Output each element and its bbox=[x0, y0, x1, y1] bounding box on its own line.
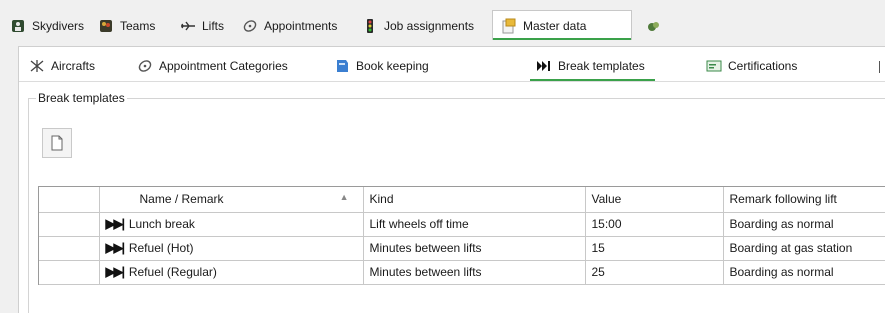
skip-icon: ▶▶| bbox=[105, 216, 126, 231]
cell-kind[interactable]: Minutes between lifts bbox=[363, 236, 586, 261]
cell-remark[interactable]: Boarding as normal bbox=[723, 212, 885, 237]
cell-value[interactable]: 25 bbox=[585, 260, 724, 285]
break-templates-grid: Name / Remark ▲ Kind Value Remark follow… bbox=[38, 186, 885, 285]
grid-header-row: Name / Remark ▲ Kind Value Remark follow… bbox=[39, 187, 885, 213]
group-title: Break templates bbox=[36, 91, 127, 105]
tab-label: Lifts bbox=[202, 19, 225, 33]
aircraft-icon bbox=[29, 58, 45, 74]
cell-kind[interactable]: Lift wheels off time bbox=[363, 212, 586, 237]
tab-aircrafts[interactable]: Aircrafts bbox=[29, 55, 95, 77]
row-indicator[interactable] bbox=[39, 212, 100, 237]
cell-text: Refuel (Regular) bbox=[128, 265, 217, 279]
column-header-name[interactable]: Name / Remark ▲ bbox=[99, 187, 364, 213]
tab-label: Skydivers bbox=[32, 19, 85, 33]
sort-ascending-icon: ▲ bbox=[339, 192, 349, 203]
cell-remark[interactable]: Boarding at gas station bbox=[723, 236, 885, 261]
tab-job-assignments[interactable]: Job assignments bbox=[362, 14, 474, 38]
tab-book-keeping[interactable]: Book keeping bbox=[334, 55, 429, 77]
tab-label: Appointments bbox=[264, 19, 338, 33]
cell-name[interactable]: ▶▶| Lunch break bbox=[99, 212, 364, 237]
plane-icon bbox=[180, 18, 196, 34]
skip-icon: ▶▶| bbox=[105, 264, 126, 279]
skip-icon bbox=[536, 58, 552, 74]
tab-teams[interactable]: Teams bbox=[98, 14, 155, 38]
tab-appointment-categories[interactable]: Appointment Categories bbox=[137, 55, 288, 77]
book-keeping-icon bbox=[334, 58, 350, 74]
overflow-tab-icon bbox=[646, 18, 662, 34]
row-indicator[interactable] bbox=[39, 236, 100, 261]
column-label: Remark following lift bbox=[729, 192, 837, 207]
cell-name[interactable]: ▶▶| Refuel (Regular) bbox=[99, 260, 364, 285]
cell-kind[interactable]: Minutes between lifts bbox=[363, 260, 586, 285]
cell-text: Refuel (Hot) bbox=[128, 241, 194, 255]
tab-strip-overflow-divider bbox=[879, 61, 880, 73]
new-record-button[interactable] bbox=[42, 128, 72, 158]
table-row[interactable]: ▶▶| Lunch break Lift wheels off time 15:… bbox=[39, 212, 885, 237]
tab-label: Book keeping bbox=[356, 59, 429, 73]
tab-label: Job assignments bbox=[384, 19, 475, 33]
tab-certifications[interactable]: Certifications bbox=[706, 55, 797, 77]
cell-value[interactable]: 15 bbox=[585, 236, 724, 261]
column-header-value[interactable]: Value bbox=[585, 187, 724, 213]
tab-master-data[interactable]: Master data bbox=[492, 10, 632, 40]
appointment-icon bbox=[242, 18, 258, 34]
sub-tab-strip: Aircrafts Appointment Categories Book ke… bbox=[19, 47, 885, 82]
master-data-icon bbox=[501, 18, 517, 34]
tab-label: Break templates bbox=[558, 59, 645, 73]
skydiver-icon bbox=[10, 18, 26, 34]
skip-icon: ▶▶| bbox=[105, 240, 126, 255]
tab-lifts[interactable]: Lifts bbox=[180, 14, 224, 38]
tab-label: Certifications bbox=[728, 59, 798, 73]
tab-skydivers[interactable]: Skydivers bbox=[10, 14, 84, 38]
cell-remark[interactable]: Boarding as normal bbox=[723, 260, 885, 285]
tab-label: Appointment Categories bbox=[159, 59, 288, 73]
appointment-icon bbox=[137, 58, 153, 74]
tab-appointments[interactable]: Appointments bbox=[242, 14, 337, 38]
traffic-light-icon bbox=[362, 18, 378, 34]
tab-overflow[interactable] bbox=[646, 14, 662, 38]
column-header-kind[interactable]: Kind bbox=[363, 187, 586, 213]
tab-label: Master data bbox=[523, 18, 587, 33]
table-row[interactable]: ▶▶| Refuel (Hot) Minutes between lifts 1… bbox=[39, 236, 885, 261]
tab-break-templates[interactable]: Break templates bbox=[530, 55, 655, 81]
column-label: Name / Remark bbox=[139, 192, 224, 207]
tab-label: Aircrafts bbox=[51, 59, 96, 73]
cell-text: Lunch break bbox=[128, 217, 195, 231]
tab-label: Teams bbox=[120, 19, 156, 33]
certification-icon bbox=[706, 58, 722, 74]
cell-name[interactable]: ▶▶| Refuel (Hot) bbox=[99, 236, 364, 261]
table-row[interactable]: ▶▶| Refuel (Regular) Minutes between lif… bbox=[39, 260, 885, 285]
team-icon bbox=[98, 18, 114, 34]
column-header-remark[interactable]: Remark following lift bbox=[723, 187, 885, 213]
main-tab-strip: Skydivers Teams Lifts Appointments Job a… bbox=[0, 0, 885, 46]
column-label: Kind bbox=[369, 192, 394, 207]
cell-value[interactable]: 15:00 bbox=[585, 212, 724, 237]
new-document-icon bbox=[49, 135, 65, 151]
row-indicator-header bbox=[39, 187, 100, 213]
row-indicator[interactable] bbox=[39, 260, 100, 285]
column-label: Value bbox=[591, 192, 622, 207]
